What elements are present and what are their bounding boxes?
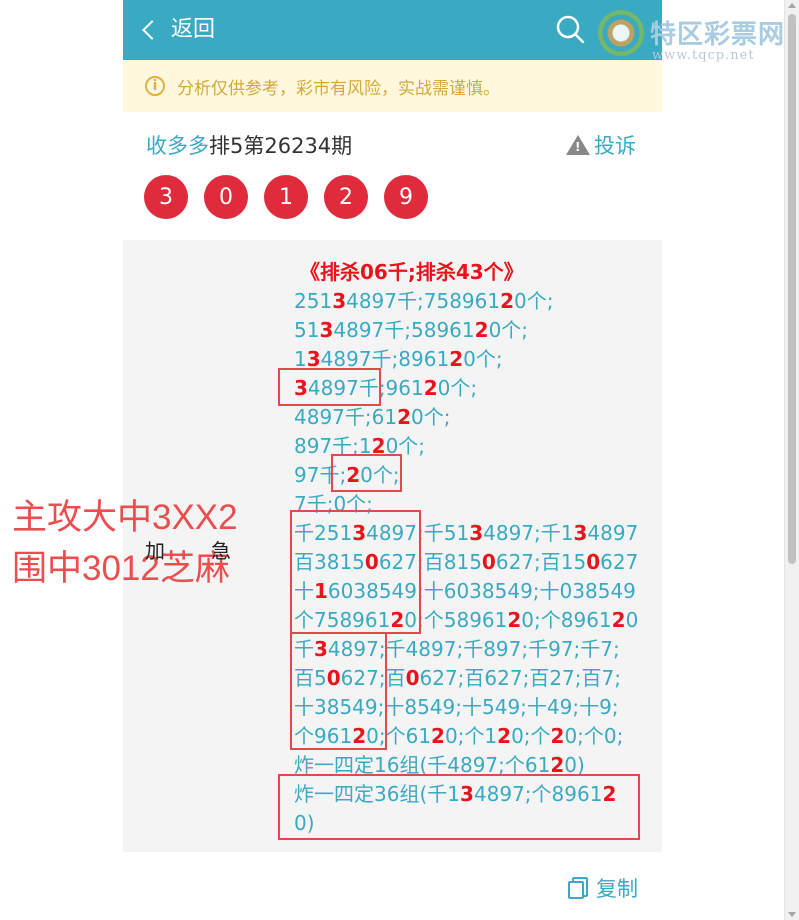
highlight-box <box>331 454 402 492</box>
info-icon: i <box>145 76 165 96</box>
line-text: 0 <box>625 608 639 632</box>
line-text: 0个; <box>411 405 451 429</box>
highlight-digit: 2 <box>431 724 445 748</box>
line-text: 0个; <box>514 289 554 313</box>
top-nav-bar: 返回 <box>123 0 662 60</box>
line-text: 627;百15 <box>495 550 587 574</box>
author-link[interactable]: 收多多 <box>146 134 209 158</box>
line-text: 0个; <box>437 376 478 400</box>
line-text: 0个; <box>488 318 529 342</box>
line-text: 4897千;58961 <box>333 318 475 342</box>
notice-text: 分析仅供参考，彩市有风险，实战需谨慎。 <box>177 78 500 99</box>
analysis-line: 25134897千;75896120个; <box>294 287 638 316</box>
highlight-digit: 2 <box>507 608 522 632</box>
chevron-left-icon <box>142 20 162 40</box>
post-title: 收多多排5第26234期 <box>146 130 352 160</box>
site-watermark-logo: 特区彩票网 www.tqcp.net <box>598 4 798 63</box>
page-scrollbar[interactable] <box>784 0 799 920</box>
analysis-heading: 《排杀06千;排杀43个》 <box>300 260 524 284</box>
line-text: 4897 <box>587 521 639 545</box>
line-text: 627 <box>600 550 639 574</box>
highlight-box <box>290 632 387 750</box>
line-text: 4897;千1 <box>483 521 574 545</box>
number-ball: 3 <box>144 175 188 219</box>
handwritten-annotation: 主攻大中3XX2 围中3012芝麻 <box>12 492 238 594</box>
annotation-small-left: 加 <box>145 539 165 563</box>
winning-numbers: 3 0 1 2 9 <box>144 175 428 219</box>
report-label: 投诉 <box>594 134 636 158</box>
logo-name: 特区彩票网 <box>650 20 786 50</box>
highlight-box <box>290 510 421 634</box>
line-text: 51 <box>294 318 320 342</box>
highlight-digit: 3 <box>573 521 588 545</box>
warning-icon: ! <box>566 135 590 155</box>
line-text: 4897千;758961 <box>346 289 501 313</box>
highlight-digit: 0 <box>586 550 601 574</box>
highlight-box <box>278 774 640 840</box>
number-ball: 1 <box>264 175 308 219</box>
number-ball: 0 <box>204 175 248 219</box>
line-text: 251 <box>294 289 333 313</box>
back-label: 返回 <box>171 17 216 42</box>
analysis-line: 5134897千;5896120个; <box>294 316 638 345</box>
annotation-line-2: 围中3012芝麻 <box>12 549 230 588</box>
highlight-digit: 2 <box>474 318 489 342</box>
line-text: 4897千;61 <box>294 405 398 429</box>
highlight-box <box>278 368 381 406</box>
highlight-digit: 0 <box>481 550 496 574</box>
highlight-digit: 2 <box>611 608 626 632</box>
highlight-digit: 3 <box>469 521 484 545</box>
line-text: 0;个 <box>511 724 551 748</box>
risk-notice: i 分析仅供参考，彩市有风险，实战需谨慎。 <box>123 60 662 112</box>
scroll-down-arrow-icon[interactable] <box>788 912 796 917</box>
number-ball: 2 <box>324 175 368 219</box>
highlight-digit: 2 <box>397 405 412 429</box>
search-icon[interactable] <box>555 14 585 44</box>
scrollbar-thumb[interactable] <box>788 14 796 564</box>
highlight-digit: 2 <box>500 289 515 313</box>
line-text: 627;百627;百27;百7; <box>419 666 621 690</box>
analysis-line: 4897千;6120个; <box>294 403 638 432</box>
line-text: 0;个1 <box>444 724 498 748</box>
report-button[interactable]: ! 投诉 <box>566 130 636 160</box>
line-text: 0个; <box>463 347 503 371</box>
logo-icon <box>598 10 644 56</box>
copy-icon <box>568 877 590 899</box>
line-text: 0;个8961 <box>521 608 612 632</box>
scroll-up-arrow-icon[interactable] <box>788 3 796 8</box>
highlight-digit: 0 <box>405 666 420 690</box>
number-ball: 9 <box>384 175 428 219</box>
highlight-digit: 2 <box>423 376 438 400</box>
line-text: 0;个0; <box>564 724 624 748</box>
back-button[interactable]: 返回 <box>142 14 216 46</box>
annotation-small-right: 急 <box>211 539 231 563</box>
highlight-digit: 3 <box>332 289 347 313</box>
copy-label: 复制 <box>596 877 638 901</box>
highlight-digit: 2 <box>497 724 512 748</box>
highlight-digit: 3 <box>319 318 334 342</box>
issue-title: 排5第26234期 <box>209 134 353 158</box>
copy-button[interactable]: 复制 <box>568 873 638 903</box>
annotation-line-1: 主攻大中3XX2 <box>12 498 238 537</box>
highlight-digit: 2 <box>449 347 464 371</box>
logo-url: www.tqcp.net <box>652 48 755 63</box>
highlight-digit: 2 <box>550 724 565 748</box>
